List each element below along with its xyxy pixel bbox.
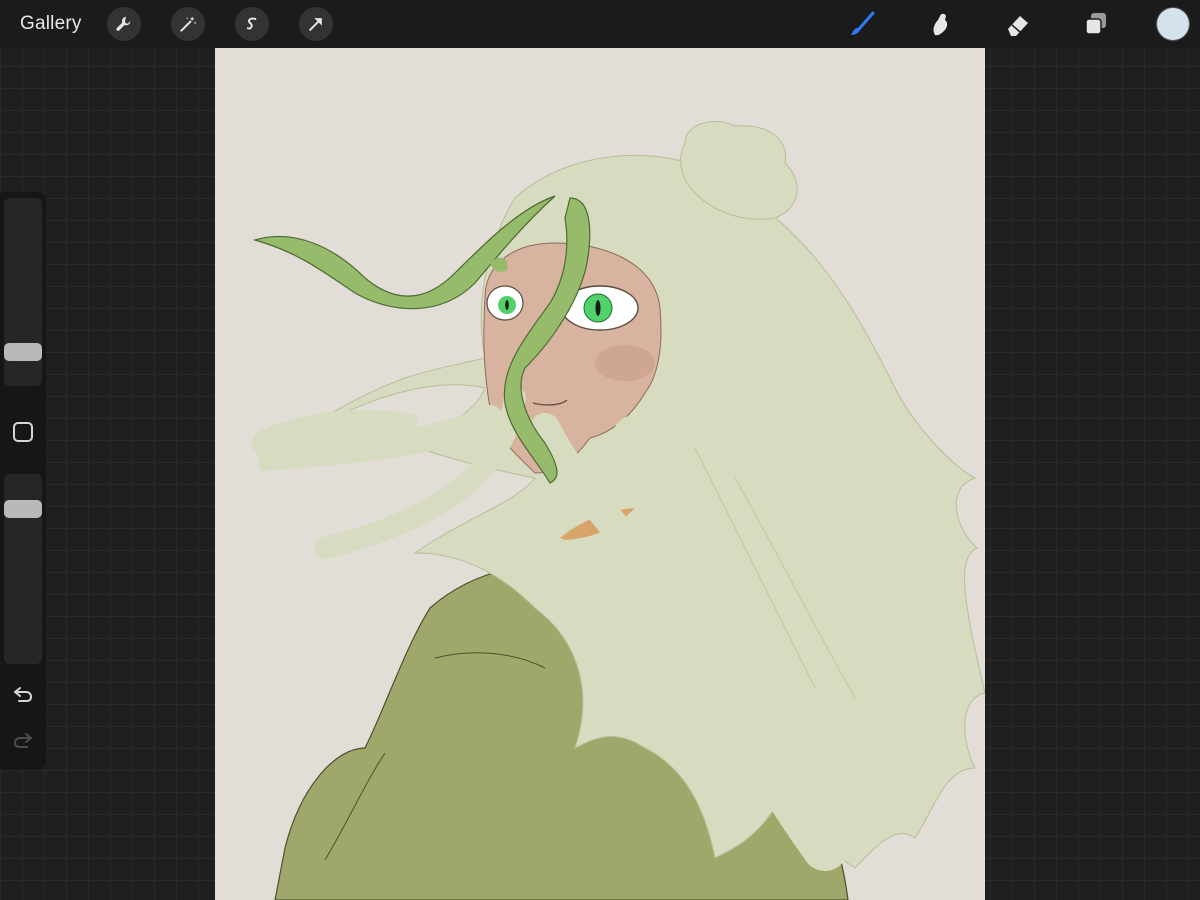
smudge-button[interactable] bbox=[924, 8, 956, 40]
magic-wand-icon bbox=[180, 16, 197, 32]
transform-icon bbox=[309, 18, 322, 31]
color-picker-button[interactable] bbox=[1157, 8, 1189, 40]
brush-size-slider[interactable] bbox=[4, 198, 42, 386]
eraser-button[interactable] bbox=[1002, 8, 1034, 40]
drawing-canvas[interactable] bbox=[215, 48, 985, 900]
smudge-icon bbox=[933, 13, 948, 36]
brush-size-thumb[interactable] bbox=[4, 342, 42, 361]
layers-icon bbox=[1085, 13, 1106, 35]
gallery-button[interactable]: Gallery bbox=[20, 12, 82, 36]
adjustments-button[interactable] bbox=[171, 7, 205, 41]
opacity-thumb[interactable] bbox=[4, 499, 42, 518]
undo-icon[interactable] bbox=[11, 682, 35, 706]
actions-button[interactable] bbox=[107, 7, 141, 41]
brush-icon bbox=[851, 11, 875, 35]
wrench-icon bbox=[116, 16, 131, 31]
selection-icon bbox=[246, 17, 257, 30]
layers-button[interactable] bbox=[1080, 8, 1112, 40]
opacity-slider[interactable] bbox=[4, 474, 42, 664]
artwork bbox=[215, 48, 985, 900]
redo-icon[interactable] bbox=[11, 728, 35, 752]
top-toolbar: Gallery bbox=[0, 0, 1200, 48]
modify-button[interactable] bbox=[13, 422, 33, 442]
selection-button[interactable] bbox=[235, 7, 269, 41]
brush-button[interactable] bbox=[846, 8, 878, 40]
transform-button[interactable] bbox=[299, 7, 333, 41]
left-sidebar bbox=[0, 192, 46, 770]
eraser-icon bbox=[1008, 16, 1028, 36]
